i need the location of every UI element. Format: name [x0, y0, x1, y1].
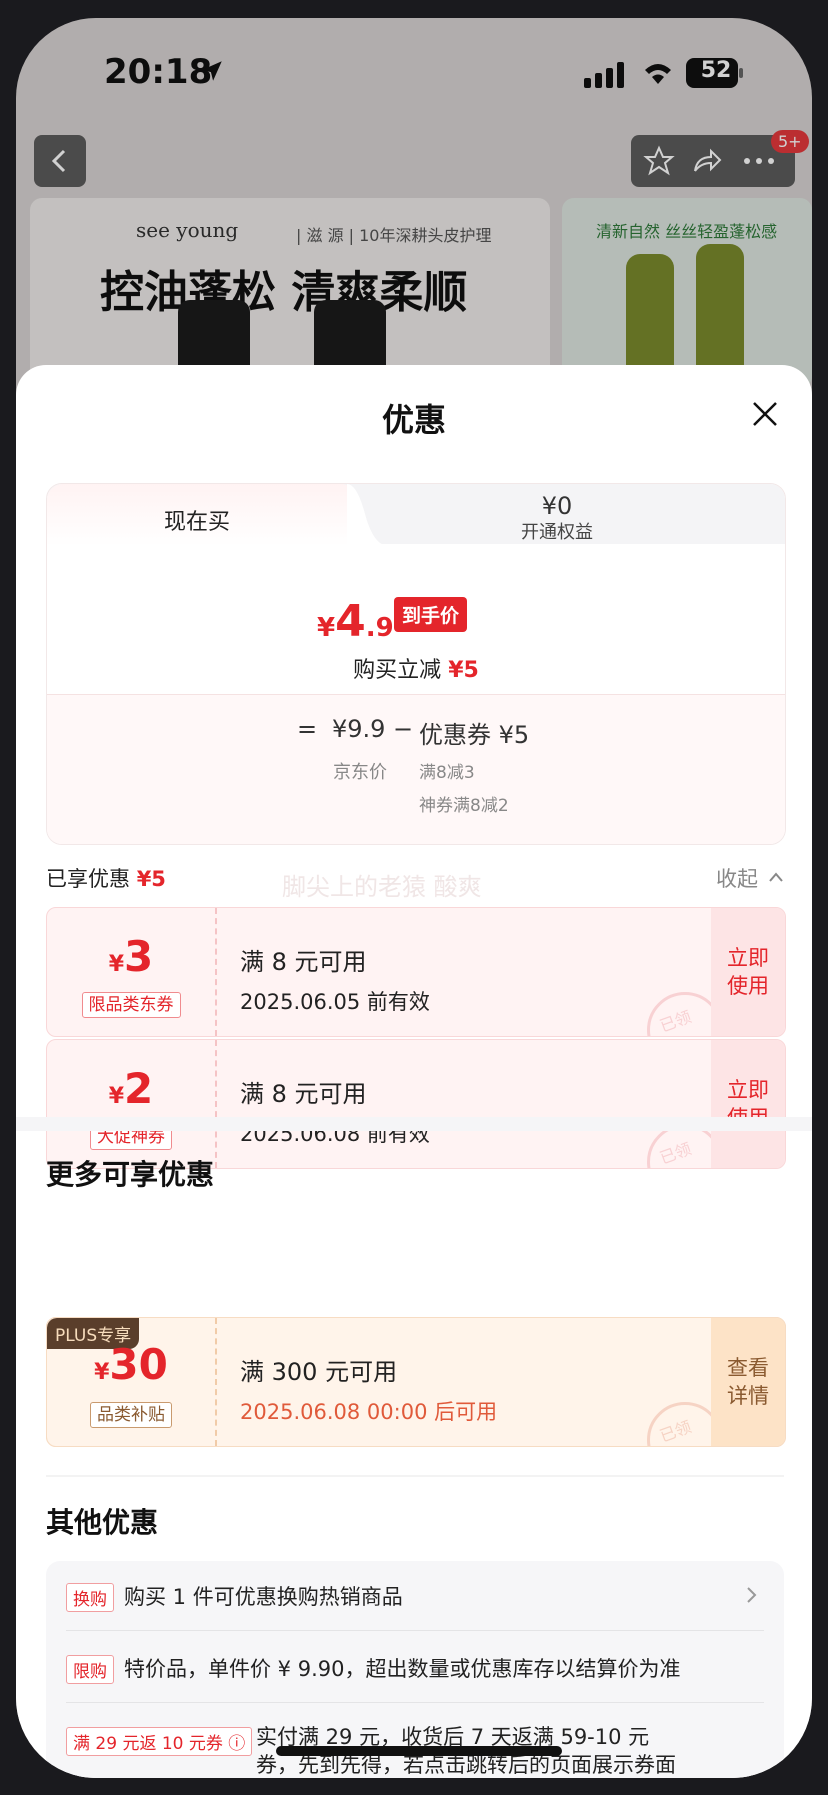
more-icon[interactable]: [739, 145, 779, 177]
coupon-type-label: 限品类东券: [81, 992, 181, 1018]
offer-text: 特价品，单件价 ¥ 9.90，超出数量或优惠库存以结算价为准: [124, 1657, 681, 1681]
coupon-divider: [215, 908, 217, 1036]
close-icon[interactable]: [748, 397, 782, 431]
instant-reduce-line: 购买立减 ¥5: [47, 652, 785, 684]
watermark-text: 脚尖上的老猿 酸爽: [282, 873, 482, 901]
offer-tag: 换购: [66, 1583, 114, 1612]
share-icon[interactable]: [691, 145, 723, 177]
chevron-left-icon: [51, 149, 66, 173]
tab-membership-label: 开通权益: [521, 522, 593, 543]
plus-coupon-content: PLUS专享 ¥30 品类补贴 满 300 元可用 2025.06.08 00:…: [46, 1317, 786, 1447]
list-item: 限购 特价品，单件价 ¥ 9.90，超出数量或优惠库存以结算价为准: [66, 1633, 764, 1703]
final-price-yen: ¥: [317, 613, 336, 643]
wifi-icon: [645, 64, 671, 84]
product-bottle-image: [178, 300, 250, 370]
use-now-button[interactable]: 立即使用: [711, 1040, 785, 1168]
calc-jd-price: ¥9.9: [332, 715, 386, 743]
final-price-integer: 4: [335, 596, 366, 647]
product-bottle-image: [626, 254, 674, 374]
final-price-tag: 到手价: [394, 597, 468, 632]
coupon-condition: 满 8 元可用: [240, 948, 367, 976]
price-tabs-card: 现在买 ¥0 开通权益 ¥4.9 到手价 购买立减 ¥5 = ¥9.9 − 优惠…: [46, 483, 786, 845]
chevron-right-icon: [747, 1587, 757, 1603]
coupon-amount: ¥2: [47, 1064, 215, 1113]
other-discounts-title: 其他优惠: [46, 1506, 159, 1539]
offer-text: 购买 1 件可优惠换购热销商品: [124, 1585, 403, 1609]
status-time: 20:18: [104, 52, 213, 92]
coupon-divider: [215, 1040, 217, 1168]
coupon-value: 30: [109, 1340, 168, 1389]
coupon-validity: 2025.06.08 00:00 后可用: [240, 1400, 498, 1424]
product-bottle-image: [696, 244, 744, 374]
price-calculation: = ¥9.9 − 优惠券 ¥5 京东价 满8减3 神券满8减2: [47, 694, 785, 844]
list-item[interactable]: 换购 购买 1 件可优惠换购热销商品: [66, 1561, 764, 1631]
coupon-type: 限品类东券: [47, 990, 215, 1018]
coupon-type-label: 品类补贴: [90, 1402, 172, 1428]
coupon-card: ¥2 大促神券 满 8 元可用 2025.06.08 前有效 已领 立即使用: [46, 1039, 786, 1169]
banner-brand-subtitle: | 滋 源 | 10年深耕头皮护理: [296, 226, 492, 245]
section-divider: [16, 1117, 812, 1131]
discount-sheet: 优惠 现在买 ¥0 开通权益 ¥4.9 到手价 购买立减 ¥5 = ¥9.9 −…: [16, 365, 812, 1778]
coupon-amount: ¥30: [47, 1340, 215, 1389]
phone-screen: 20:18 52 5+ see young | 滋 源 | 10年深耕头皮护理 …: [16, 18, 812, 1778]
coupon-value: 2: [124, 1064, 154, 1113]
coupon-yen: ¥: [108, 1084, 125, 1109]
product-bottle-image: [314, 300, 386, 370]
reduce-amount: ¥5: [448, 658, 479, 683]
coupon-type: 品类补贴: [47, 1400, 215, 1428]
coupon-value: 3: [124, 932, 154, 981]
tab-buy-now-label: 现在买: [163, 510, 230, 535]
chevron-up-icon[interactable]: [768, 871, 784, 883]
final-price-decimal: .9: [365, 613, 394, 643]
sheet-title: 优惠: [381, 401, 446, 439]
back-button[interactable]: [34, 135, 86, 187]
more-discounts-title: 更多可享优惠: [46, 1158, 215, 1191]
coupon-yen: ¥: [94, 1360, 110, 1385]
calc-equals: =: [297, 715, 318, 743]
banner-brand: see young: [136, 218, 239, 242]
message-badge: 5+: [771, 130, 809, 153]
coupon-condition: 满 8 元可用: [240, 1080, 367, 1108]
tab-curve: [347, 484, 387, 546]
calc-coupon: 优惠券 ¥5: [419, 721, 530, 749]
enjoyed-label: 已享优惠: [46, 867, 130, 891]
coupon-card: ¥3 限品类东券 满 8 元可用 2025.06.05 前有效 已领 立即使用: [46, 907, 786, 1037]
list-item[interactable]: 满 29 元返 10 元券 ⓘ 实付满 29 元，收货后 7 天返满 59-10…: [66, 1705, 764, 1778]
location-arrow-icon: [202, 61, 222, 81]
coupon-validity: 2025.06.05 前有效: [240, 990, 430, 1014]
tab-buy-now[interactable]: 现在买: [47, 484, 357, 546]
banner-title: 控油蓬松 清爽柔顺: [100, 267, 468, 318]
collapse-button[interactable]: 收起: [716, 863, 758, 893]
calc-jd-label: 京东价: [333, 762, 387, 783]
banner-secondary-title: 清新自然 丝丝轻盈蓬松感: [596, 222, 778, 241]
tab-membership-price: ¥0: [541, 492, 573, 520]
home-indicator[interactable]: [276, 1746, 562, 1756]
coupon-divider: [215, 1318, 217, 1446]
battery-level: 52: [700, 58, 732, 83]
final-price: ¥4.9: [317, 596, 394, 647]
reduce-label: 购买立减: [353, 658, 442, 683]
section-divider: [46, 1475, 784, 1477]
view-details-button[interactable]: 查看详情: [711, 1318, 785, 1446]
enjoyed-discount: 已享优惠 ¥5: [46, 863, 166, 893]
offer-tag: 满 29 元返 10 元券 ⓘ: [66, 1727, 253, 1756]
coupon-amount: ¥3: [47, 932, 215, 981]
enjoyed-amount: ¥5: [136, 867, 166, 891]
use-now-button[interactable]: 立即使用: [711, 908, 785, 1036]
coupon-yen: ¥: [108, 952, 125, 977]
status-bar: 20:18 52: [16, 18, 812, 128]
star-icon[interactable]: [643, 145, 675, 177]
calc-minus: −: [393, 715, 414, 743]
row-divider: [66, 1702, 764, 1703]
offer-tag: 限购: [66, 1655, 114, 1684]
coupon-condition: 满 300 元可用: [240, 1358, 398, 1386]
use-now-label: 立即使用: [727, 946, 769, 998]
calc-coupon-rule: 神券满8减2: [419, 796, 509, 816]
cellular-signal-icon: [584, 62, 624, 88]
calc-coupon-rule: 满8减3: [419, 763, 475, 783]
row-divider: [66, 1630, 764, 1631]
view-details-label: 查看详情: [727, 1356, 769, 1408]
